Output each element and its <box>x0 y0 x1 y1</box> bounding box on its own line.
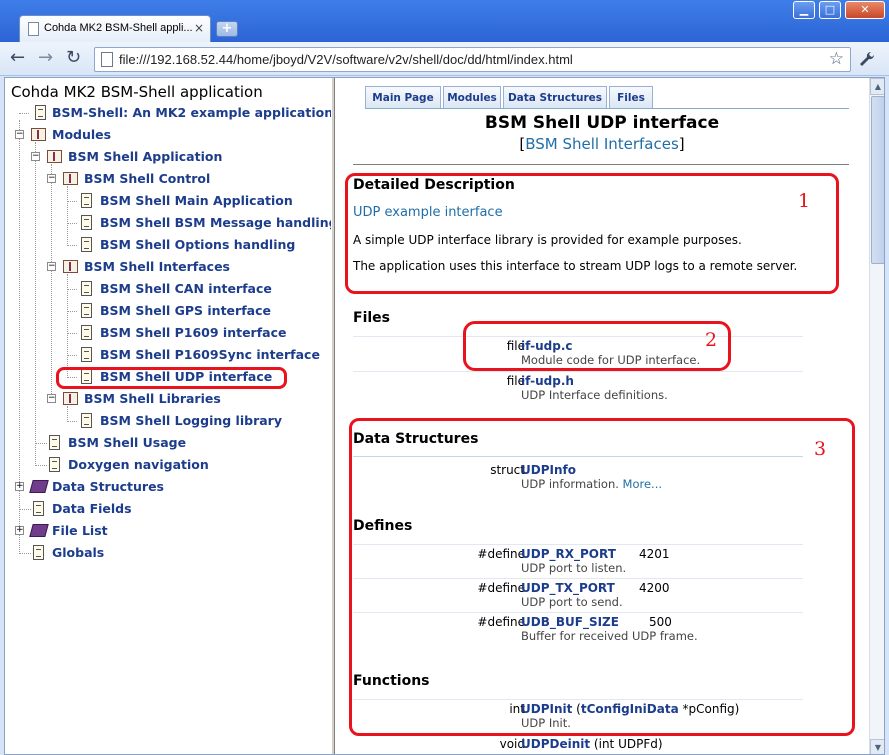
tab-data-structures[interactable]: Data Structures <box>503 86 607 108</box>
tree-item-modules[interactable]: − Modules <box>5 125 331 145</box>
reload-icon[interactable]: ↻ <box>66 48 81 68</box>
back-arrow-icon[interactable]: ← <box>10 48 25 68</box>
document-icon <box>33 501 44 516</box>
browser-window: Cohda MK2 BSM-Shell appli... × + ▁ □ ✕ ←… <box>0 0 889 755</box>
forward-arrow-icon[interactable]: → <box>38 48 53 68</box>
document-icon <box>81 237 92 252</box>
scroll-up-icon[interactable]: ▲ <box>870 78 884 95</box>
annotation-box-3 <box>349 418 855 736</box>
wrench-icon[interactable] <box>858 50 876 73</box>
expand-icon[interactable]: + <box>15 526 24 535</box>
tree-item-globals[interactable]: Globals <box>5 543 331 563</box>
document-icon <box>81 303 92 318</box>
tree-item-bsm-shell-interfaces[interactable]: − BSM Shell Interfaces <box>5 257 331 277</box>
scroll-thumb[interactable] <box>871 96 884 264</box>
address-bar[interactable]: file:///192.168.52.44/home/jboyd/V2V/sof… <box>94 47 851 72</box>
book-icon <box>29 480 49 493</box>
title-divider <box>353 164 849 165</box>
close-window-button[interactable]: ✕ <box>845 1 885 19</box>
page-icon <box>101 52 113 67</box>
browser-tab[interactable]: Cohda MK2 BSM-Shell appli... × <box>19 15 211 42</box>
document-icon <box>35 105 46 120</box>
annotation-box-1 <box>345 173 839 294</box>
document-icon <box>81 193 92 208</box>
document-icon <box>81 347 92 362</box>
tree-title: Cohda MK2 BSM-Shell application <box>11 83 263 101</box>
folder-icon <box>63 392 78 405</box>
tree-item-p1609-interface[interactable]: BSM Shell P1609 interface <box>5 323 331 343</box>
tree-item-file-list[interactable]: + File List <box>5 521 331 541</box>
collapse-icon[interactable]: − <box>31 152 40 161</box>
star-icon[interactable]: ☆ <box>829 49 844 69</box>
expand-icon[interactable]: + <box>15 482 24 491</box>
document-icon <box>81 215 92 230</box>
book-icon <box>29 524 49 537</box>
navigation-tree-pane: Cohda MK2 BSM-Shell application BSM-Shel… <box>5 78 331 754</box>
folder-icon <box>63 260 78 273</box>
tab-modules[interactable]: Modules <box>443 86 501 108</box>
document-icon <box>33 545 44 560</box>
tree-item-options-handling[interactable]: BSM Shell Options handling <box>5 235 331 255</box>
tree-item-data-fields[interactable]: Data Fields <box>5 499 331 519</box>
page-icon <box>28 22 39 36</box>
browser-toolbar: ← → ↻ file:///192.168.52.44/home/jboyd/V… <box>0 42 889 76</box>
tree-item-logging-library[interactable]: BSM Shell Logging library <box>5 411 331 431</box>
tab-close-icon[interactable]: × <box>194 21 204 35</box>
breadcrumb: [BSM Shell Interfaces] <box>519 135 685 153</box>
documentation-pane: Main Page Modules Data Structures Files … <box>335 78 869 754</box>
page-content: Cohda MK2 BSM-Shell application BSM-Shel… <box>4 77 885 755</box>
function-signature: UDPDeinit (int UDPFd) <box>521 737 663 751</box>
tree-item-bsm-shell-usage[interactable]: BSM Shell Usage <box>5 433 331 453</box>
tree-item-main-application[interactable]: BSM Shell Main Application <box>5 191 331 211</box>
scroll-down-icon[interactable]: ▼ <box>870 739 884 754</box>
tree-item-can-interface[interactable]: BSM Shell CAN interface <box>5 279 331 299</box>
tab-title: Cohda MK2 BSM-Shell appli... <box>44 22 193 34</box>
minimize-button[interactable]: ▁ <box>793 1 815 19</box>
tab-strip: Cohda MK2 BSM-Shell appli... × + ▁ □ ✕ <box>0 0 889 42</box>
tab-main-page[interactable]: Main Page <box>365 86 441 108</box>
vertical-scrollbar[interactable]: ▲ ▼ <box>869 78 884 754</box>
breadcrumb-link[interactable]: BSM Shell Interfaces <box>525 135 679 153</box>
tree-item-bsm-shell-control[interactable]: − BSM Shell Control <box>5 169 331 189</box>
tree-item-bsm-shell-libraries[interactable]: − BSM Shell Libraries <box>5 389 331 409</box>
folder-icon <box>63 172 78 185</box>
annotation-label-2: 2 <box>705 329 718 351</box>
function-link[interactable]: UDPDeinit <box>521 737 590 751</box>
new-tab-button[interactable]: + <box>216 21 238 37</box>
tree-item-data-structures[interactable]: + Data Structures <box>5 477 331 497</box>
document-icon <box>49 457 60 472</box>
tree-item-bsm-message-handling[interactable]: BSM Shell BSM Message handling <box>5 213 331 233</box>
annotation-box-2 <box>463 321 731 371</box>
collapse-icon[interactable]: − <box>47 174 56 183</box>
tree-item-bsm-shell-main[interactable]: BSM-Shell: An MK2 example application <box>5 103 331 123</box>
tree-item-bsm-shell-application[interactable]: − BSM Shell Application <box>5 147 331 167</box>
address-url[interactable]: file:///192.168.52.44/home/jboyd/V2V/sof… <box>119 52 573 67</box>
document-icon <box>81 325 92 340</box>
tree-item-p1609sync-interface[interactable]: BSM Shell P1609Sync interface <box>5 345 331 365</box>
document-icon <box>49 435 60 450</box>
document-icon <box>81 281 92 296</box>
page-title: BSM Shell UDP interface <box>484 113 720 133</box>
folder-icon <box>47 150 62 163</box>
collapse-icon[interactable]: − <box>47 394 56 403</box>
tabs-divider <box>365 108 849 109</box>
member-description: UDP Interface definitions. <box>521 388 668 402</box>
folder-icon <box>31 128 46 141</box>
maximize-button[interactable]: □ <box>819 1 841 19</box>
document-icon <box>81 413 92 428</box>
annotation-highlight-udp <box>56 367 287 389</box>
tree-item-gps-interface[interactable]: BSM Shell GPS interface <box>5 301 331 321</box>
collapse-icon[interactable]: − <box>47 262 56 271</box>
collapse-icon[interactable]: − <box>15 130 24 139</box>
files-heading: Files <box>353 310 390 326</box>
annotation-label-1: 1 <box>798 190 811 212</box>
tab-files[interactable]: Files <box>609 86 653 108</box>
annotation-label-3: 3 <box>814 438 827 460</box>
file-link[interactable]: if-udp.h <box>521 374 574 388</box>
tree-item-doxygen-navigation[interactable]: Doxygen navigation <box>5 455 331 475</box>
